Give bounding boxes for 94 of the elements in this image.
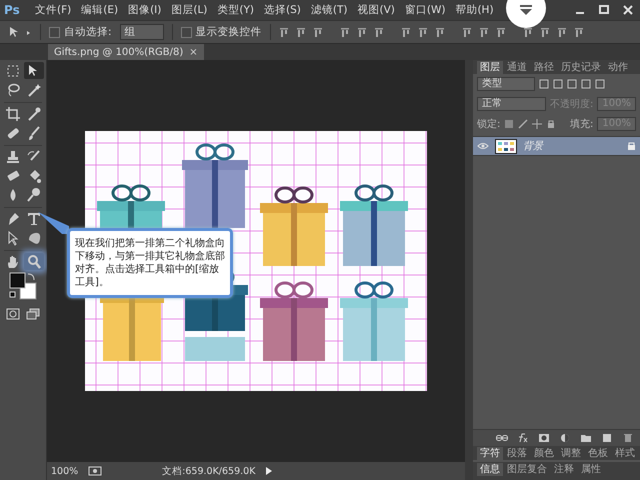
- color-swatches-icon[interactable]: [9, 272, 37, 302]
- panel-tab[interactable]: 历史记录: [558, 61, 604, 74]
- panel-tab[interactable]: 图层: [477, 61, 503, 74]
- lock-icon[interactable]: [546, 119, 556, 129]
- callout-text: 现在我们把第一排第二个礼物盒向下移动，与第一排其它礼物盒底部对齐。点击选择工具箱中的[缩放工具]。: [75, 237, 225, 289]
- menu-item[interactable]: 图层(L): [166, 3, 212, 17]
- align-icon[interactable]: [496, 26, 506, 38]
- dodge-icon: [26, 186, 42, 202]
- panel-tab[interactable]: 通道: [504, 61, 530, 74]
- align-icon[interactable]: [374, 26, 384, 38]
- eraser-icon: [4, 168, 20, 184]
- panel-tab[interactable]: 属性: [578, 463, 604, 476]
- panel-tab[interactable]: 颜色: [531, 447, 557, 460]
- auto-select-dropdown[interactable]: 组: [120, 24, 164, 40]
- menu-item[interactable]: 窗口(W): [400, 3, 450, 17]
- checkbox[interactable]: [180, 26, 192, 38]
- panel-tab[interactable]: 调整: [558, 447, 584, 460]
- panel-tab[interactable]: 段落: [504, 447, 530, 460]
- shape-filter-icon[interactable]: [581, 79, 591, 89]
- align-icon[interactable]: [522, 26, 533, 38]
- panel-tab[interactable]: 动作: [605, 61, 631, 74]
- preview-icon[interactable]: [88, 466, 102, 476]
- close-tab-button[interactable]: ×: [189, 46, 198, 58]
- download-arrow-icon: [519, 4, 533, 16]
- panel-tab[interactable]: 图层复合: [504, 463, 550, 476]
- align-icon[interactable]: [400, 26, 411, 38]
- image-filter-icon[interactable]: [539, 79, 549, 89]
- marquee-icon: [4, 62, 20, 78]
- folder-icon[interactable]: [580, 433, 592, 443]
- align-icon[interactable]: [540, 26, 550, 38]
- adjust-filter-icon[interactable]: [553, 79, 563, 89]
- align-icon[interactable]: [556, 26, 567, 38]
- layer-name: 背景: [523, 140, 545, 153]
- align-icon[interactable]: [312, 26, 323, 38]
- menu-item[interactable]: 图像(I): [123, 3, 166, 17]
- lock-label: 锁定:: [477, 118, 500, 131]
- document-size: 文档:659.0K/659.0K: [162, 464, 256, 478]
- magic-wand-icon: [26, 82, 42, 98]
- zoom-icon: [26, 254, 42, 270]
- align-icon[interactable]: [478, 26, 489, 38]
- menu-item[interactable]: 滤镜(T): [306, 3, 352, 17]
- fx-icon[interactable]: [517, 433, 529, 443]
- menu-item[interactable]: 编辑(E): [76, 3, 124, 17]
- align-icon[interactable]: [418, 26, 428, 38]
- maximize-icon[interactable]: [598, 4, 610, 16]
- fill-label: 填充:: [570, 118, 594, 131]
- panel-tab[interactable]: 色板: [585, 447, 611, 460]
- menu-item[interactable]: 选择(S): [259, 3, 306, 17]
- stamp-icon: [4, 148, 20, 164]
- layer-thumbnail: [495, 138, 517, 154]
- document-tab[interactable]: Gifts.png @ 100%(RGB/8) ×: [48, 44, 204, 60]
- link-icon[interactable]: [496, 433, 508, 443]
- menu-item[interactable]: 帮助(H): [450, 3, 499, 17]
- mask-icon[interactable]: [538, 433, 550, 443]
- adjustment-icon[interactable]: [559, 433, 571, 443]
- panel-tab[interactable]: 样式: [612, 447, 638, 460]
- crop-icon: [4, 106, 20, 122]
- zoom-level[interactable]: 100%: [51, 466, 78, 476]
- screen-mode-icon[interactable]: [26, 308, 40, 320]
- lock-brush-icon[interactable]: [518, 119, 528, 129]
- play-icon[interactable]: [265, 466, 274, 476]
- close-icon[interactable]: [622, 4, 634, 16]
- tool-button[interactable]: [24, 62, 44, 79]
- panel-tab[interactable]: 路径: [531, 61, 557, 74]
- new-layer-icon[interactable]: [601, 433, 613, 443]
- auto-select-label: 自动选择:: [64, 25, 112, 39]
- panel-tab[interactable]: 字符: [477, 447, 503, 460]
- app-logo: Ps: [4, 2, 21, 18]
- align-icon[interactable]: [340, 26, 350, 38]
- align-icon[interactable]: [462, 26, 472, 38]
- type-tool-icon: [26, 210, 42, 226]
- quick-mask-icon[interactable]: [6, 308, 20, 320]
- eyedropper-icon: [26, 106, 42, 122]
- align-icon[interactable]: [278, 26, 289, 38]
- trash-icon[interactable]: [622, 433, 634, 443]
- menu-item[interactable]: 文件(F): [30, 3, 76, 17]
- align-icon[interactable]: [356, 26, 367, 38]
- move-tool-icon[interactable]: [8, 26, 32, 38]
- align-icon[interactable]: [434, 26, 445, 38]
- menu-item[interactable]: 视图(V): [352, 3, 400, 17]
- panel-tab[interactable]: 注释: [551, 463, 577, 476]
- menu-item[interactable]: 类型(Y): [212, 3, 260, 17]
- lock-position-icon[interactable]: [532, 119, 542, 129]
- text-filter-icon[interactable]: [567, 79, 577, 89]
- eye-icon[interactable]: [477, 142, 489, 150]
- align-icon[interactable]: [296, 26, 306, 38]
- blend-mode-dropdown[interactable]: 正常: [477, 97, 546, 111]
- panel-tab[interactable]: 信息: [477, 463, 503, 476]
- filter-dropdown[interactable]: 类型: [477, 77, 535, 91]
- checkbox[interactable]: [49, 26, 60, 38]
- align-icon[interactable]: [574, 26, 584, 38]
- show-transform-label: 显示变换控件: [196, 25, 262, 39]
- layer-row[interactable]: 背景: [473, 136, 640, 156]
- smart-object-filter-icon[interactable]: [595, 79, 605, 89]
